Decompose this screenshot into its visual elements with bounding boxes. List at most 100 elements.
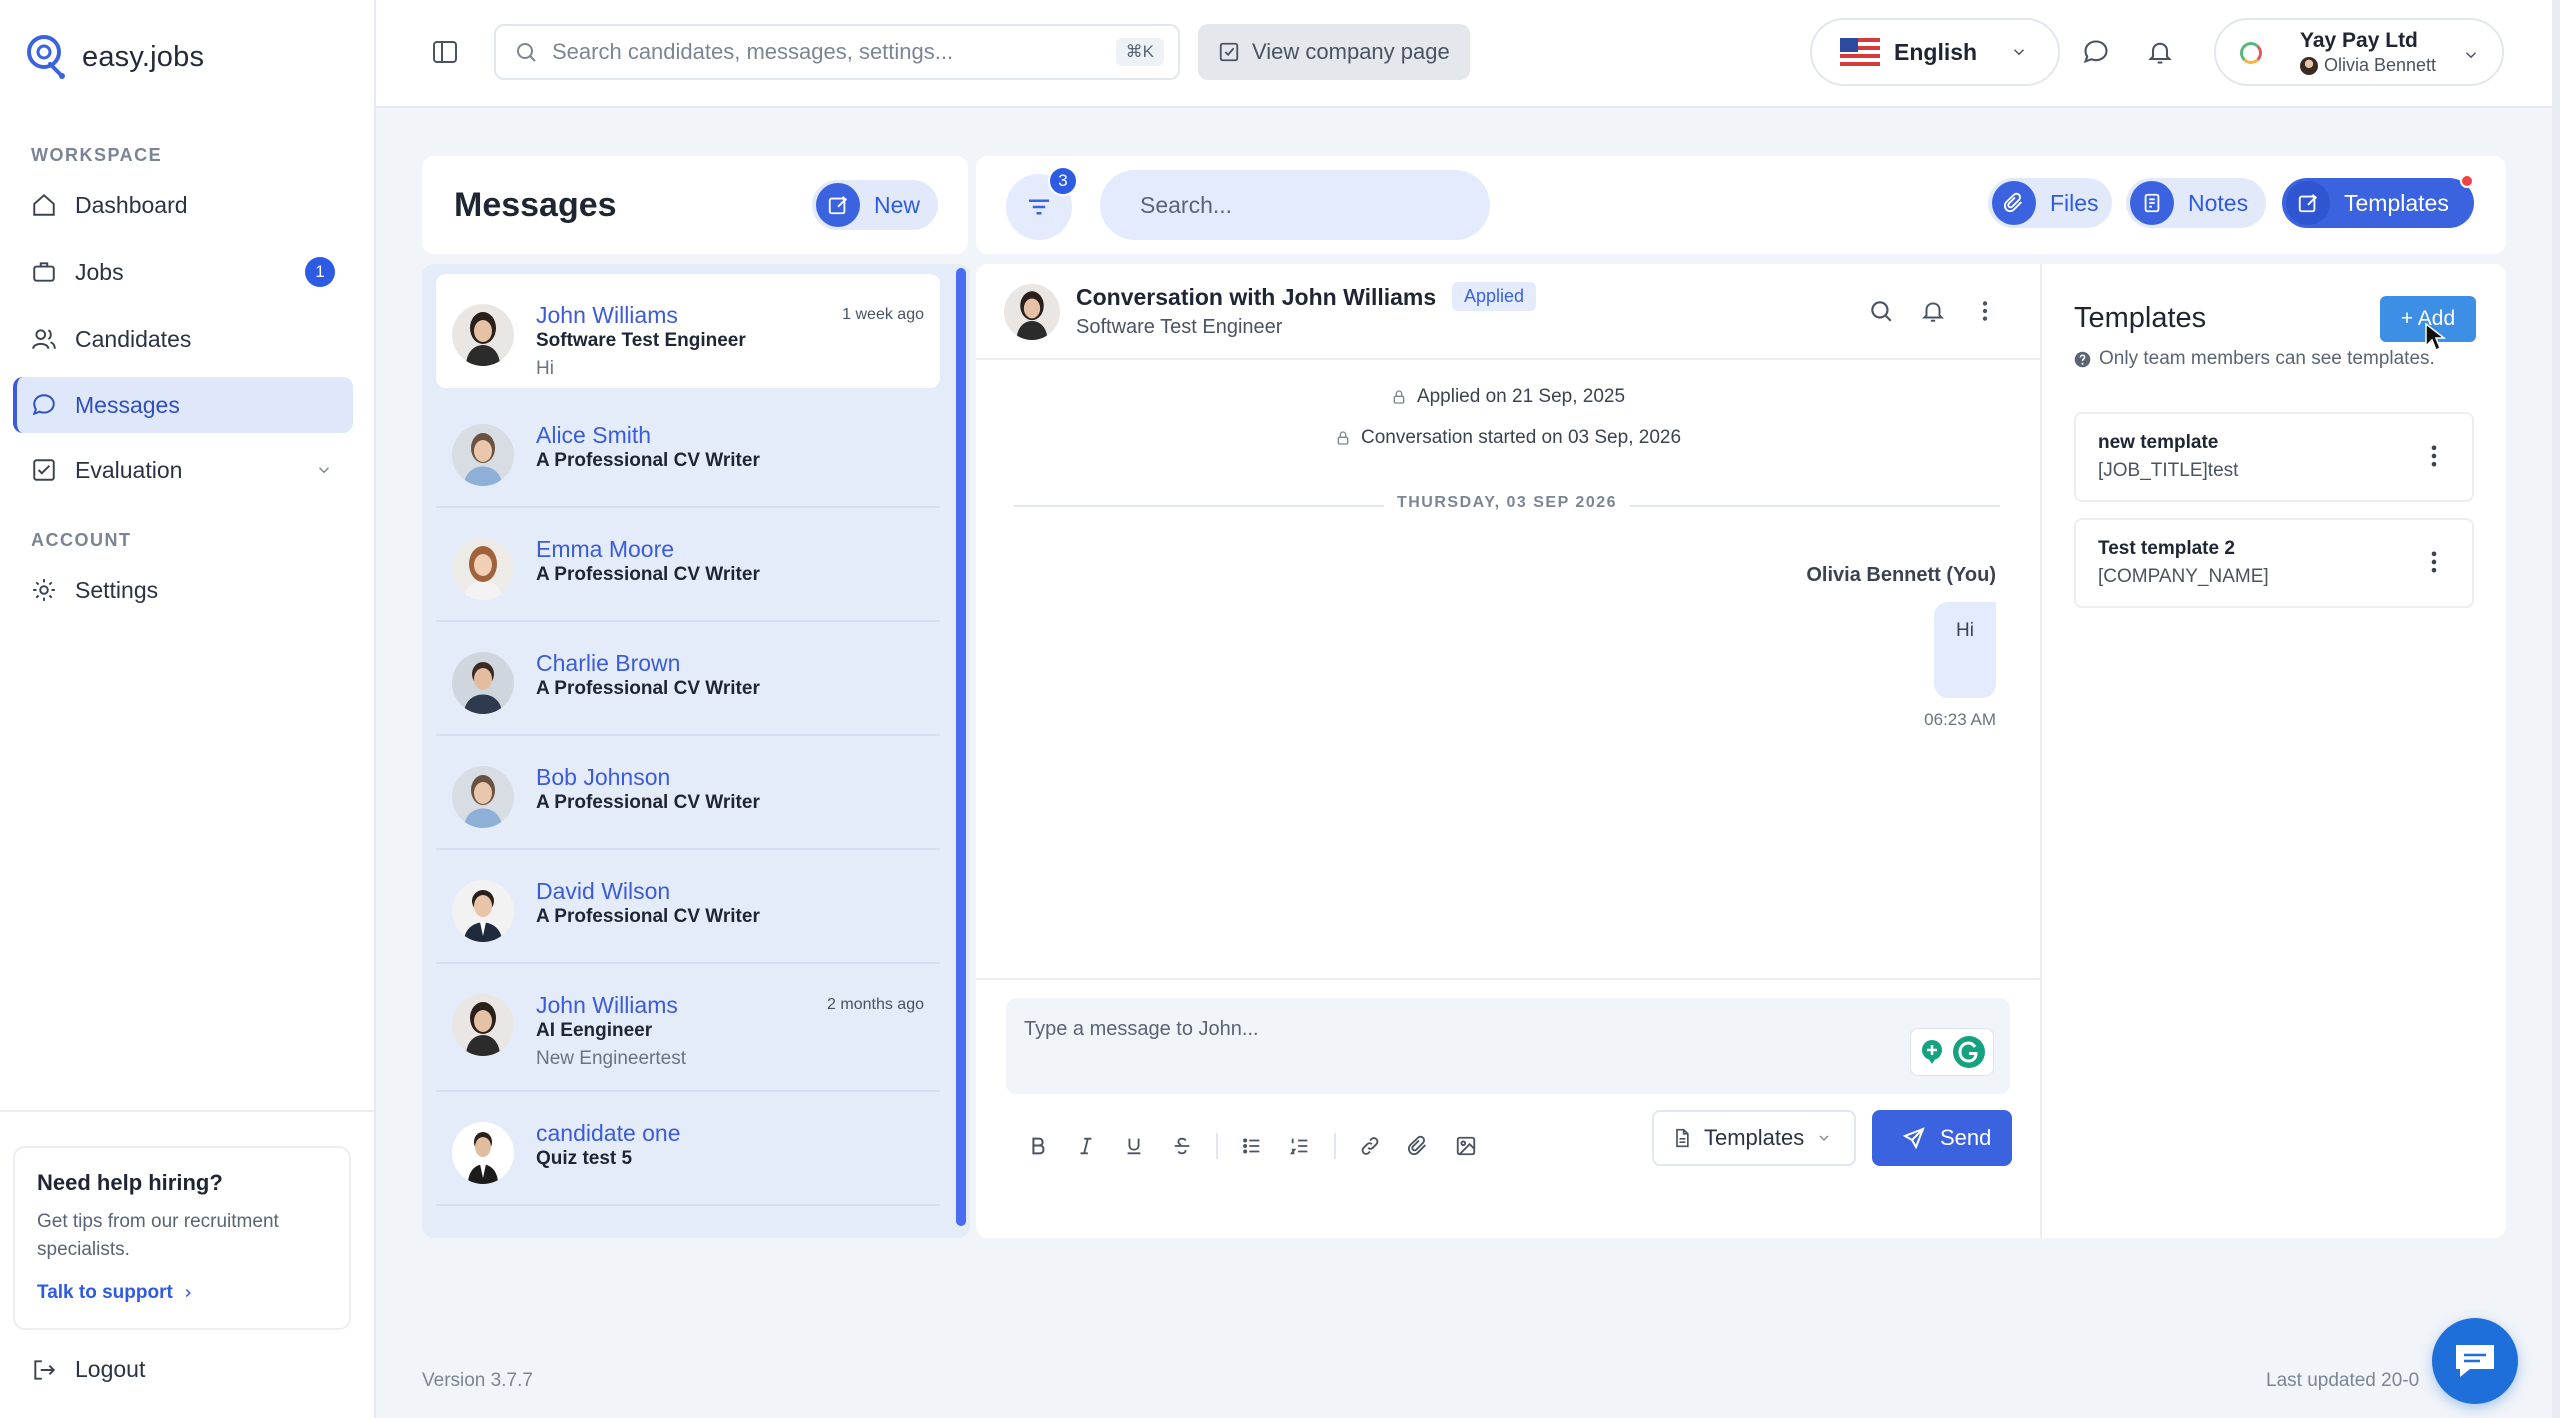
talk-to-support-link[interactable]: Talk to support xyxy=(37,1282,327,1304)
conversation-item[interactable]: John Williams Software Test Engineer Hi … xyxy=(436,274,940,388)
sidebar-toggle-icon xyxy=(433,41,457,63)
chat-more-button[interactable] xyxy=(1972,298,1998,324)
avatar xyxy=(452,424,514,486)
templates-title: Templates xyxy=(2074,302,2207,334)
bold-icon xyxy=(1032,1137,1045,1155)
last-updated: Last updated 20-0 xyxy=(2266,1370,2420,1391)
sidebar-item-label: Settings xyxy=(75,576,159,603)
sidebar-item-jobs[interactable]: Jobs 1 xyxy=(13,244,353,300)
chevron-down-icon xyxy=(2013,49,2025,56)
templates-visibility-note: Only team members can see templates. xyxy=(2074,348,2435,370)
current-user: Olivia Bennett xyxy=(2300,55,2436,76)
chat-search-button[interactable] xyxy=(1868,298,1894,324)
send-button[interactable]: Send xyxy=(1872,1110,2012,1166)
conversation-search-input[interactable]: Search... xyxy=(1100,170,1490,240)
chevron-down-icon xyxy=(318,467,330,474)
avatar xyxy=(452,538,514,600)
view-company-label: View company page xyxy=(1252,39,1450,64)
app-logo[interactable]: easy.jobs xyxy=(26,34,204,80)
page-scrollbar[interactable] xyxy=(2552,0,2560,1418)
kebab-menu-icon xyxy=(2431,551,2437,573)
global-search-input[interactable]: Search candidates, messages, settings...… xyxy=(494,24,1180,80)
help-text: Get tips from our recruitment specialist… xyxy=(37,1211,279,1260)
insert-template-dropdown[interactable]: Templates xyxy=(1652,1110,1856,1166)
template-menu-button[interactable] xyxy=(2420,548,2448,576)
company-logo-icon xyxy=(2240,42,2262,64)
avatar xyxy=(452,304,514,366)
support-chat-button[interactable] xyxy=(2432,1318,2518,1404)
strikethrough-button[interactable] xyxy=(1158,1126,1206,1166)
conversation-list-scrollbar[interactable] xyxy=(956,268,966,1226)
template-card[interactable]: new template [JOB_TITLE]test xyxy=(2074,412,2474,502)
composer-placeholder: Type a message to John... xyxy=(1024,1018,1259,1040)
underline-button[interactable] xyxy=(1110,1126,1158,1166)
conversation-item[interactable]: John Williams AI Eengineer New Engineert… xyxy=(436,964,940,1092)
conversation-role: A Professional CV Writer xyxy=(536,792,760,813)
insert-template-label: Templates xyxy=(1704,1125,1805,1150)
chat-title: Conversation with John Williams xyxy=(1076,284,1437,310)
image-icon xyxy=(1456,1136,1476,1156)
conversation-snippet: Hi xyxy=(536,358,554,379)
account-label: ACCOUNT xyxy=(31,530,132,550)
messages-shortcut-button[interactable] xyxy=(2082,38,2110,66)
conversation-item[interactable]: Alice Smith A Professional CV Writer xyxy=(436,394,940,508)
avatar xyxy=(452,994,514,1056)
notes-button[interactable]: Notes xyxy=(2126,178,2266,228)
italic-button[interactable] xyxy=(1062,1126,1110,1166)
templates-button[interactable]: Templates xyxy=(2282,174,2474,228)
sidebar-item-label: Dashboard xyxy=(75,191,188,218)
kebab-menu-icon xyxy=(2431,445,2437,467)
conversation-name: Bob Johnson xyxy=(536,764,671,790)
gear-icon xyxy=(33,579,55,601)
grammar-assistant-widget[interactable] xyxy=(1910,1028,1994,1076)
template-body: [JOB_TITLE]test xyxy=(2098,460,2239,481)
sidebar-toggle-button[interactable] xyxy=(432,40,458,64)
day-separator: THURSDAY, 03 SEP 2026 xyxy=(1014,494,2000,518)
sidebar-item-evaluation[interactable]: Evaluation xyxy=(13,442,353,498)
sidebar-item-label: Evaluation xyxy=(75,456,183,483)
lock-icon xyxy=(1393,390,1405,404)
chat-notify-button[interactable] xyxy=(1920,298,1946,324)
sidebar-item-label: Jobs xyxy=(75,258,124,285)
image-button[interactable] xyxy=(1442,1126,1490,1166)
new-message-button[interactable]: New xyxy=(812,180,938,230)
filter-icon xyxy=(1029,199,1049,215)
conversation-item[interactable]: candidate one Quiz test 5 xyxy=(436,1092,940,1206)
avatar xyxy=(452,766,514,828)
sidebar: easy.jobs WORKSPACE Dashboard Jobs 1 Can… xyxy=(0,0,376,1418)
logout-icon xyxy=(34,1359,56,1380)
conversation-role: A Professional CV Writer xyxy=(536,564,760,585)
link-button[interactable] xyxy=(1346,1126,1394,1166)
logout-button[interactable]: Logout xyxy=(31,1356,145,1383)
attach-button[interactable] xyxy=(1394,1126,1442,1166)
template-card[interactable]: Test template 2 [COMPANY_NAME] xyxy=(2074,518,2474,608)
applied-on-text: Applied on 21 Sep, 2025 xyxy=(1416,386,1626,407)
sidebar-item-settings[interactable]: Settings xyxy=(13,562,353,618)
language-selector[interactable]: English xyxy=(1810,18,2060,86)
sidebar-item-messages[interactable]: Messages xyxy=(13,377,353,433)
conversation-item[interactable]: Bob Johnson A Professional CV Writer xyxy=(436,736,940,850)
conversation-started-note: Conversation started on 03 Sep, 2026 xyxy=(976,427,2040,449)
conversation-item[interactable]: Charlie Brown A Professional CV Writer xyxy=(436,622,940,736)
message-composer[interactable]: Type a message to John... xyxy=(1006,998,2010,1094)
sidebar-item-dashboard[interactable]: Dashboard xyxy=(13,177,353,233)
notifications-button[interactable] xyxy=(2146,38,2174,66)
conversation-item[interactable]: Emma Moore A Professional CV Writer xyxy=(436,508,940,622)
jobs-count-badge: 1 xyxy=(305,257,335,287)
view-company-page-button[interactable]: View company page xyxy=(1198,24,1470,80)
conversation-item[interactable]: David Wilson A Professional CV Writer xyxy=(436,850,940,964)
composer-divider xyxy=(976,978,2040,980)
app-name: easy.jobs xyxy=(82,40,205,73)
files-button[interactable]: Files xyxy=(1988,178,2112,228)
bullet-list-button[interactable] xyxy=(1228,1126,1276,1166)
company-switcher[interactable]: Yay Pay Ltd Olivia Bennett xyxy=(2214,18,2504,86)
templates-label: Templates xyxy=(2344,189,2449,216)
workspace-label: WORKSPACE xyxy=(31,145,163,165)
app-version: Version 3.7.7 xyxy=(422,1370,533,1391)
bold-button[interactable] xyxy=(1014,1126,1062,1166)
kebab-menu-icon xyxy=(1982,301,1988,321)
template-menu-button[interactable] xyxy=(2420,442,2448,470)
numbered-list-button[interactable] xyxy=(1276,1126,1324,1166)
global-search-placeholder: Search candidates, messages, settings... xyxy=(552,39,954,64)
sidebar-item-candidates[interactable]: Candidates xyxy=(13,311,353,367)
